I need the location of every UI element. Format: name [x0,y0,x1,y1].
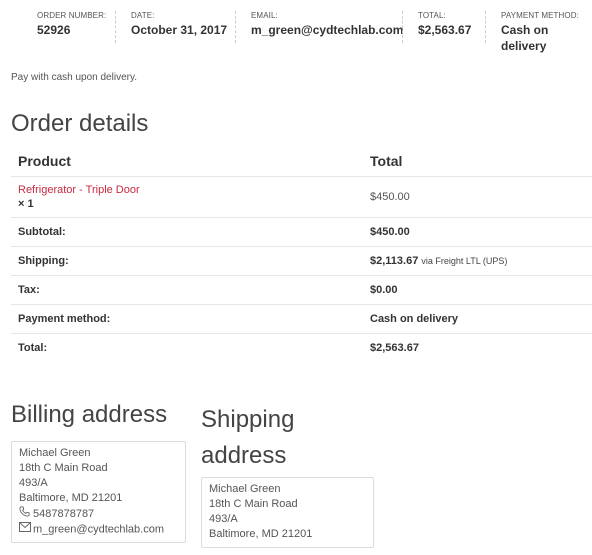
shipping-heading-line-1: Shipping [201,406,295,433]
order-overview: ORDER NUMBER: 52926 DATE: October 31, 20… [0,11,592,53]
overview-divider [235,11,236,43]
subtotal-label: Subtotal: [11,217,363,247]
order-details-table: Product Total Refrigerator - Triple Door… [11,145,592,362]
total-label: TOTAL: [418,11,446,20]
overview-divider [485,11,486,43]
product-cell: Refrigerator - Triple Door × 1 [11,176,363,218]
shipping-unit: 493/A [209,513,238,525]
shipping-label: Shipping: [11,246,363,276]
shipping-cell: $2,113.67 via Freight LTL (UPS) [363,246,592,276]
overview-email: EMAIL: m_green@cydtechlab.com [251,11,403,41]
billing-email: m_green@cydtechlab.com [19,522,178,537]
total-row: Total: $2,563.67 [11,333,592,362]
subtotal-row: Subtotal: $450.00 [11,217,592,247]
shipping-value: $2,113.67 [370,255,419,267]
tax-label: Tax: [11,275,363,305]
shipping-method: via Freight LTL (UPS) [421,256,508,266]
overview-total: TOTAL: $2,563.67 [418,11,471,41]
date-label: DATE: [131,11,155,20]
payment-method-row: Payment method: Cash on delivery [11,304,592,334]
date-value: October 31, 2017 [131,23,228,37]
table-header-row: Product Total [11,145,592,177]
total-row-value: $2,563.67 [363,333,592,362]
subtotal-value: $450.00 [363,217,592,247]
product-quantity: × 1 [18,198,34,210]
order-number-label: ORDER NUMBER: [37,11,107,20]
total-row-label: Total: [11,333,363,362]
email-value: m_green@cydtechlab.com [251,23,404,37]
payment-method-row-value: Cash on delivery [363,304,592,334]
email-label: EMAIL: [251,11,278,20]
tax-row: Tax: $0.00 [11,275,592,305]
overview-divider [402,11,403,43]
phone-icon [19,506,33,522]
overview-date: DATE: October 31, 2017 [131,11,227,41]
billing-phone: 5487878787 [19,506,178,522]
shipping-street: 18th C Main Road [209,498,298,510]
product-column-header: Product [18,152,71,169]
product-link[interactable]: Refrigerator - Triple Door [18,183,363,197]
overview-divider [115,11,116,43]
envelope-icon [19,522,33,537]
overview-payment-method: PAYMENT METHOD: Cash on delivery [501,11,592,53]
shipping-heading-line-2: address [201,442,287,469]
billing-address-block: Michael Green 18th C Main Road 493/A Bal… [11,441,186,544]
total-value: $2,563.67 [418,23,472,37]
payment-method-label: PAYMENT METHOD: [501,11,579,20]
shipping-name: Michael Green [209,483,281,495]
order-number-value: 52926 [37,23,71,37]
billing-unit: 493/A [19,477,48,489]
overview-order-number: ORDER NUMBER: 52926 [37,11,106,41]
billing-city: Baltimore, MD 21201 [19,492,123,504]
shipping-city: Baltimore, MD 21201 [209,528,313,540]
payment-method-value: Cash on delivery [501,23,549,53]
shipping-row: Shipping: $2,113.67 via Freight LTL (UPS… [11,246,592,276]
billing-phone-number: 5487878787 [33,507,95,520]
billing-address-heading: Billing address [11,401,168,428]
tax-value: $0.00 [363,275,592,305]
total-column-header: Total [370,152,403,169]
table-row: Refrigerator - Triple Door × 1 $450.00 [11,176,592,218]
order-details-heading: Order details [11,110,149,137]
shipping-address-block: Michael Green 18th C Main Road 493/A Bal… [201,477,374,548]
payment-note: Pay with cash upon delivery. [11,72,137,83]
billing-street: 18th C Main Road [19,462,108,474]
shipping-address-heading: Shipping address [201,402,294,474]
billing-name: Michael Green [19,447,91,459]
payment-method-row-label: Payment method: [11,304,363,334]
product-total: $450.00 [363,176,592,218]
billing-email-address: m_green@cydtechlab.com [33,523,165,536]
